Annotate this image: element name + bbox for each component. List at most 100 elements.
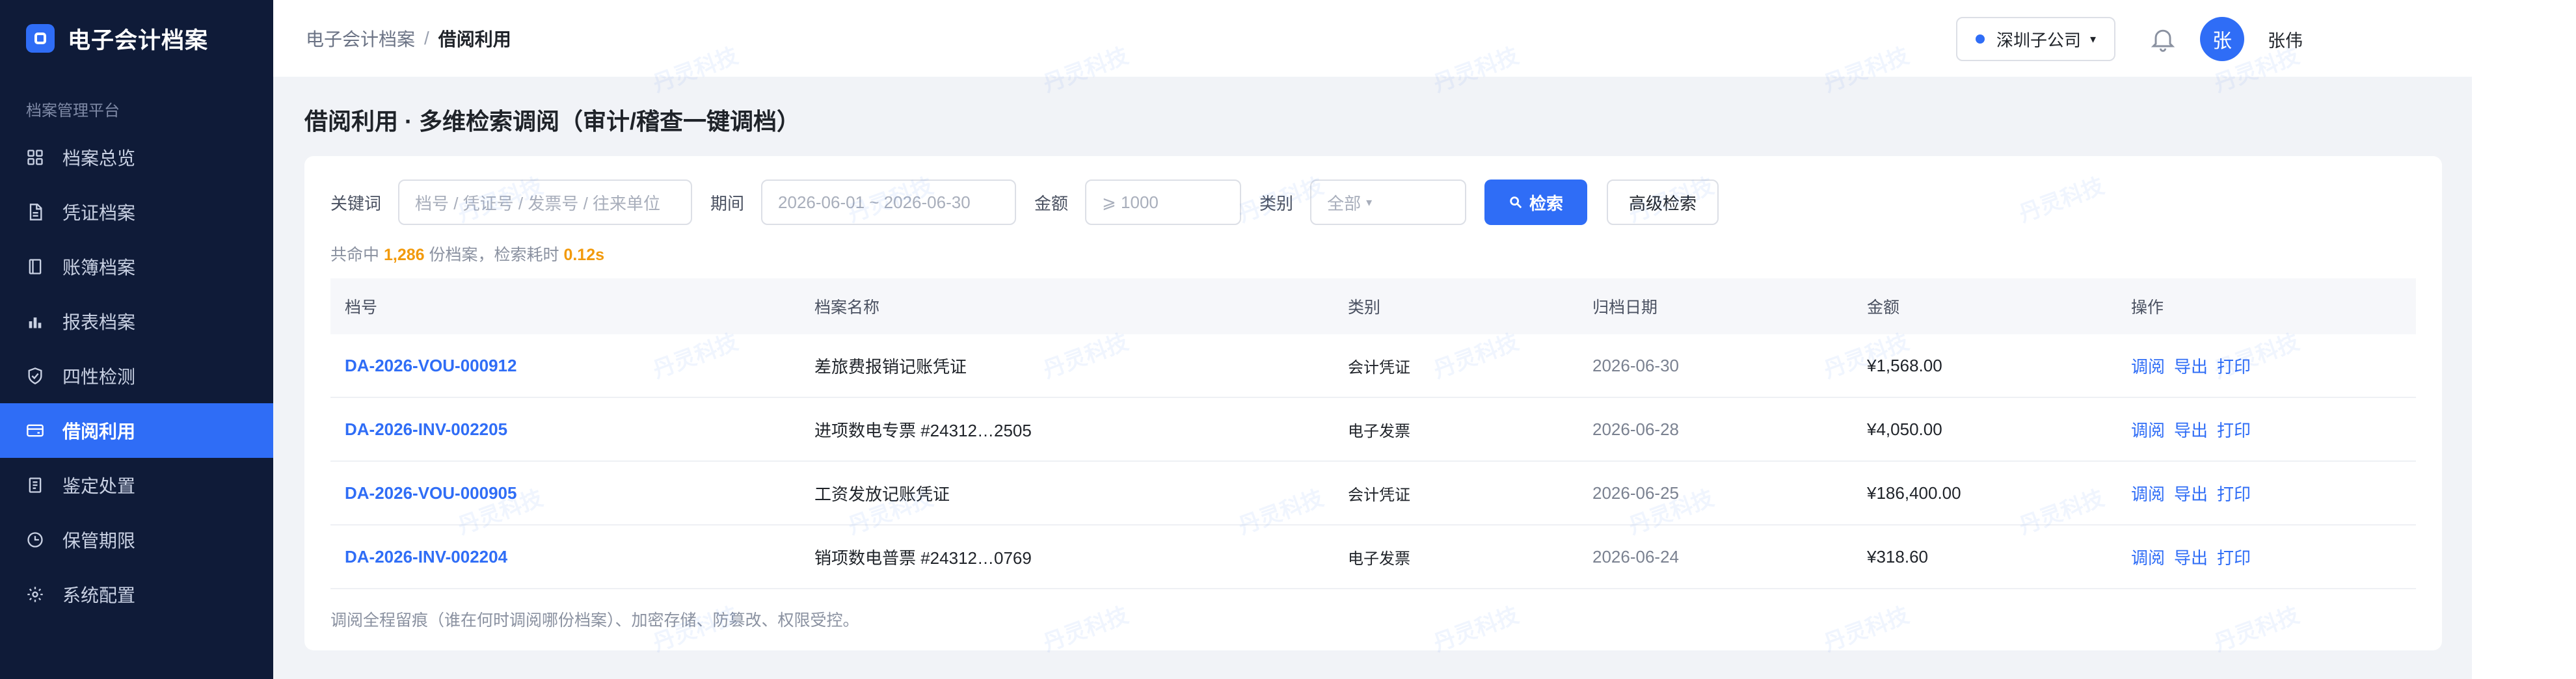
header-archive-name: 档案名称: [814, 299, 880, 317]
advanced-search-button[interactable]: 高级检索: [1607, 180, 1719, 225]
breadcrumb-separator: /: [424, 28, 429, 48]
breadcrumb-parent[interactable]: 电子会计档案: [306, 25, 415, 51]
keyword-label: 关键词: [330, 193, 382, 213]
sidebar-item-label: 保管期限: [62, 531, 136, 551]
sidebar-item-borrowing[interactable]: 借阅利用: [0, 403, 273, 458]
print-link[interactable]: 打印: [2217, 485, 2251, 504]
clipboard-icon: [26, 476, 62, 494]
period-input[interactable]: 2026-06-01 ~ 2026-06-30: [761, 180, 1017, 225]
sidebar-item-appraisal[interactable]: 鉴定处置: [0, 458, 273, 513]
header-archive-date: 归档日期: [1592, 299, 1658, 317]
archive-name: 工资发放记账凭证: [814, 484, 950, 504]
archive-category: 电子发票: [1348, 550, 1410, 568]
status-dot-icon: [1975, 34, 1985, 44]
search-card: 关键词 档号 / 凭证号 / 发票号 / 往来单位 期间 2026-06-01 …: [304, 156, 2442, 650]
archive-date: 2026-06-30: [1592, 355, 1679, 375]
shield-check-icon: [26, 367, 62, 385]
table-row: DA-2026-INV-002204 销项数电普票 #24312…0769 电子…: [330, 526, 2416, 589]
sidebar-item-label: 账簿档案: [62, 258, 136, 278]
archive-date: 2026-06-25: [1592, 483, 1679, 503]
export-link[interactable]: 导出: [2174, 357, 2208, 377]
row-actions: 调阅 导出 打印: [2117, 418, 2416, 442]
card-icon: [26, 421, 62, 440]
caret-down-icon: ▾: [2089, 32, 2096, 46]
archive-table: 档号 档案名称 类别 归档日期 金额 操作 DA-2026-VOU-000912…: [330, 278, 2416, 589]
archive-id-link[interactable]: DA-2026-INV-002204: [330, 547, 800, 567]
sidebar-item-overview[interactable]: 档案总览: [0, 130, 273, 185]
row-actions: 调阅 导出 打印: [2117, 354, 2416, 378]
header-archive-id: 档号: [345, 299, 378, 317]
row-actions: 调阅 导出 打印: [2117, 481, 2416, 505]
company-select-value: 深圳子公司: [1996, 30, 2081, 50]
header-amount: 金额: [1867, 299, 1900, 317]
avatar[interactable]: 张: [2200, 17, 2244, 61]
table-header: 档号 档案名称 类别 归档日期 金额 操作: [330, 278, 2416, 334]
result-summary: 共命中 1,286 份档案，检索耗时 0.12s: [330, 242, 604, 265]
archive-amount: ¥4,050.00: [1867, 419, 1942, 439]
bell-icon[interactable]: [2148, 24, 2178, 54]
summary-prefix: 共命中: [330, 246, 380, 264]
archive-date: 2026-06-24: [1592, 546, 1679, 566]
sidebar-item-vouchers[interactable]: 凭证档案: [0, 185, 273, 239]
username[interactable]: 张伟: [2268, 27, 2303, 52]
period-label: 期间: [710, 193, 745, 213]
topbar-actions: 深圳子公司 ▾ 张 张伟: [1955, 17, 2303, 61]
brand-title: 电子会计档案: [68, 27, 209, 53]
table-row: DA-2026-VOU-000905 工资发放记账凭证 会计凭证 2026-06…: [330, 462, 2416, 526]
sidebar-item-label: 四性检测: [62, 367, 136, 387]
view-link[interactable]: 调阅: [2131, 357, 2165, 377]
sidebar-item-retention[interactable]: 保管期限: [0, 513, 273, 567]
keyword-placeholder: 档号 / 凭证号 / 发票号 / 往来单位: [415, 193, 661, 213]
category-label: 类别: [1259, 193, 1294, 213]
brand-logo-icon: [26, 24, 55, 53]
category-select[interactable]: 全部 ▾: [1310, 180, 1467, 225]
sidebar-item-four-checks[interactable]: 四性检测: [0, 349, 273, 403]
amount-label: 金额: [1034, 193, 1069, 213]
keyword-input[interactable]: 档号 / 凭证号 / 发票号 / 往来单位: [398, 180, 693, 225]
archive-category: 电子发票: [1348, 422, 1410, 440]
settings-icon: [26, 585, 62, 604]
brand: 电子会计档案: [0, 0, 273, 77]
sidebar-item-label: 档案总览: [62, 148, 136, 168]
export-link[interactable]: 导出: [2174, 485, 2208, 504]
period-value: 2026-06-01 ~ 2026-06-30: [778, 192, 971, 212]
summary-middle: 份档案，检索耗时: [429, 246, 559, 264]
sidebar-item-label: 凭证档案: [62, 203, 136, 223]
archive-date: 2026-06-28: [1592, 419, 1679, 439]
archive-id-link[interactable]: DA-2026-VOU-000912: [330, 356, 800, 376]
archive-id-link[interactable]: DA-2026-INV-002205: [330, 419, 800, 440]
search-time: 0.12s: [563, 246, 605, 264]
company-select[interactable]: 深圳子公司 ▾: [1955, 17, 2115, 61]
sidebar-item-label: 系统配置: [62, 585, 136, 606]
document-icon: [26, 203, 62, 221]
sidebar-item-settings[interactable]: 系统配置: [0, 567, 273, 622]
sidebar-item-reports[interactable]: 报表档案: [0, 294, 273, 349]
row-actions: 调阅 导出 打印: [2117, 545, 2416, 569]
view-link[interactable]: 调阅: [2131, 421, 2165, 440]
archive-category: 会计凭证: [1348, 358, 1410, 377]
archive-amount: ¥186,400.00: [1867, 483, 1961, 503]
archive-name: 进项数电专票 #24312…2505: [814, 420, 1032, 440]
search-button[interactable]: 检索: [1484, 180, 1588, 225]
archive-amount: ¥318.60: [1867, 546, 1928, 566]
clock-icon: [26, 531, 62, 549]
view-link[interactable]: 调阅: [2131, 485, 2165, 504]
print-link[interactable]: 打印: [2217, 357, 2251, 377]
export-link[interactable]: 导出: [2174, 421, 2208, 440]
amount-input[interactable]: ⩾ 1000: [1085, 180, 1242, 225]
export-link[interactable]: 导出: [2174, 548, 2208, 568]
audit-footnote: 调阅全程留痕（谁在何时调阅哪份档案）、加密存储、防篡改、权限受控。: [330, 611, 859, 630]
view-link[interactable]: 调阅: [2131, 548, 2165, 568]
sidebar-item-ledgers[interactable]: 账簿档案: [0, 239, 273, 294]
page-title: 借阅利用 · 多维检索调阅（审计/稽查一键调档）: [304, 108, 800, 135]
sidebar: 电子会计档案 档案管理平台 档案总览 凭证档案 账簿档案 报表档案 四性检测 借…: [0, 0, 273, 679]
search-button-label: 检索: [1529, 193, 1564, 213]
search-icon: [1510, 196, 1522, 209]
sidebar-item-label: 鉴定处置: [62, 476, 136, 496]
print-link[interactable]: 打印: [2217, 421, 2251, 440]
archive-id-link[interactable]: DA-2026-VOU-000905: [330, 483, 800, 503]
amount-placeholder: ⩾ 1000: [1102, 192, 1159, 212]
table-row: DA-2026-VOU-000912 差旅费报销记账凭证 会计凭证 2026-0…: [330, 334, 2416, 398]
print-link[interactable]: 打印: [2217, 548, 2251, 568]
breadcrumb: 电子会计档案 / 借阅利用: [306, 25, 511, 51]
